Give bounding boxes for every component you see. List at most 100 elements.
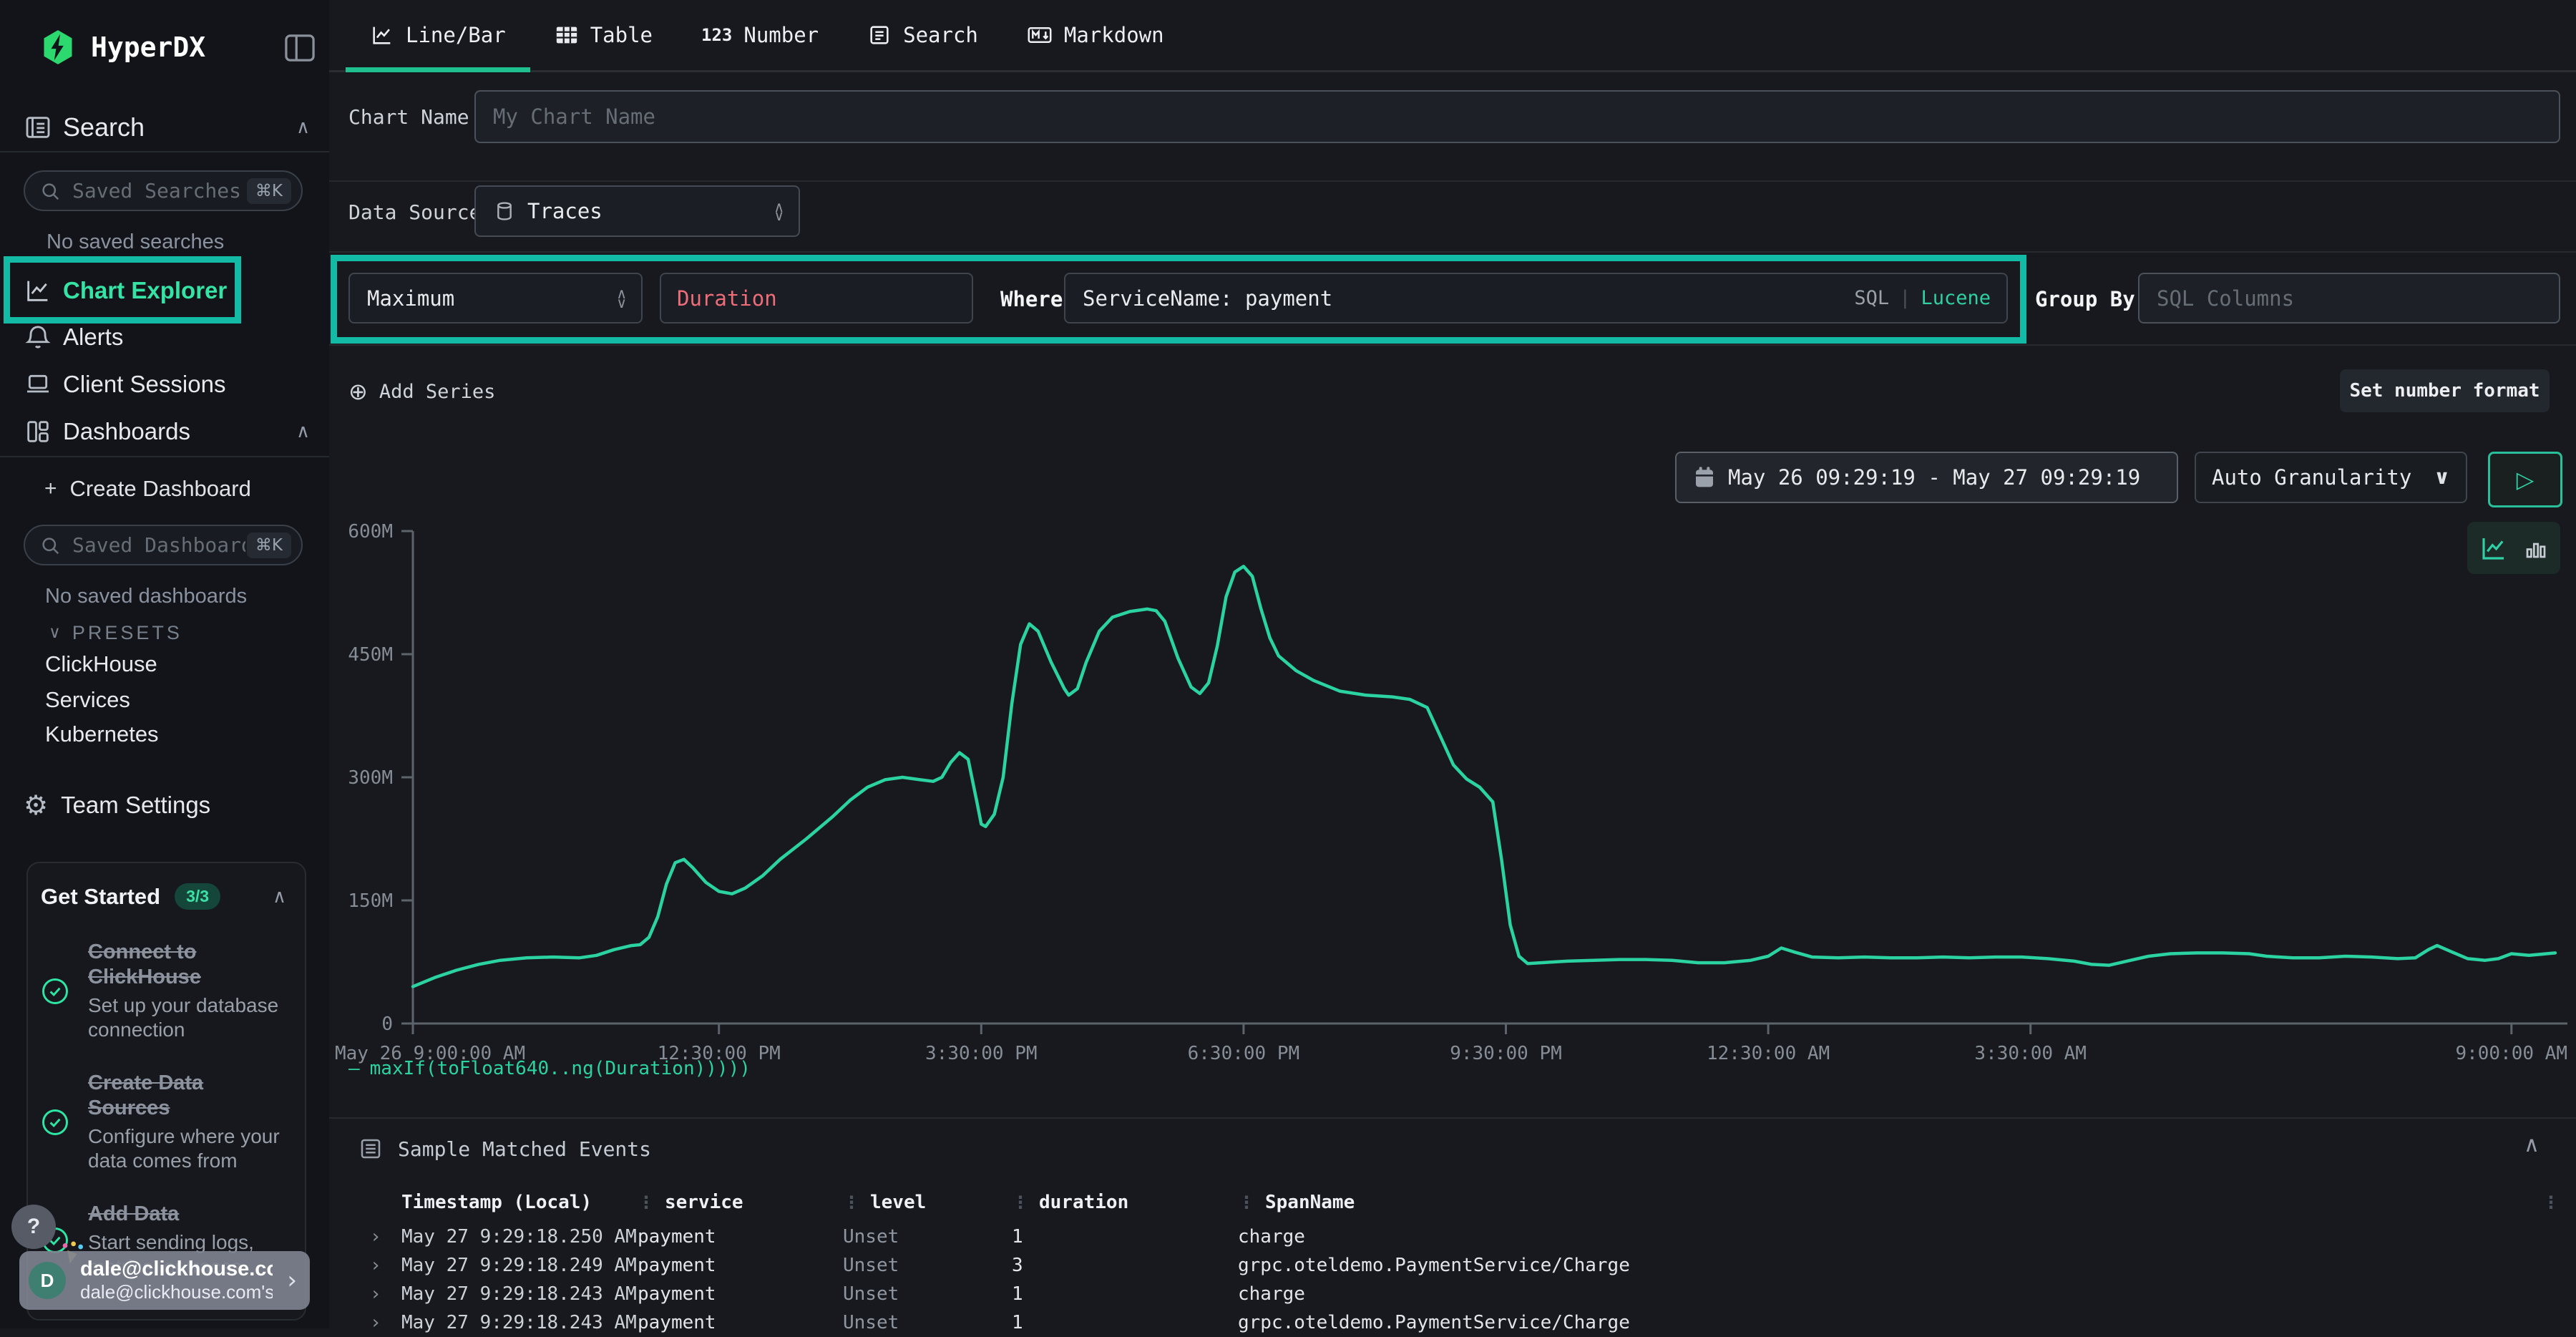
cell-timestamp[interactable]: May 27 9:29:18.243 AM (401, 1308, 638, 1337)
user-subtitle: dale@clickhouse.com's (80, 1281, 273, 1303)
saved-dashboards-input[interactable]: ⌘K (24, 525, 303, 565)
group-by-field[interactable] (2155, 286, 2543, 311)
get-started-item[interactable]: Create Data Sources Configure where your… (39, 1071, 291, 1173)
sidebar-item-alerts[interactable]: Alerts (24, 317, 123, 357)
cell-duration[interactable]: 1 (1012, 1308, 1238, 1337)
cell-spanname[interactable]: charge (1238, 1280, 2517, 1308)
tab-markdown[interactable]: Markdown (1002, 0, 1189, 70)
cell-duration[interactable]: 3 (1012, 1251, 1238, 1280)
where-field[interactable] (1081, 286, 1854, 311)
cell-duration[interactable]: 1 (1012, 1280, 1238, 1308)
shortcut-badge: ⌘K (247, 533, 291, 558)
cell-spanname[interactable]: grpc.oteldemo.PaymentService/Charge (1238, 1251, 2517, 1280)
row-expand-chevron[interactable]: › (370, 1222, 401, 1251)
data-source-value: Traces (527, 199, 602, 223)
chevron-up-icon[interactable]: ∧ (296, 422, 310, 441)
tab-table[interactable]: Table (530, 0, 677, 70)
cell-service[interactable]: payment (638, 1222, 843, 1251)
cell-timestamp[interactable]: May 27 9:29:18.243 AM (401, 1280, 638, 1308)
add-series-button[interactable]: ⊕ Add Series (348, 376, 495, 407)
cell-spanname[interactable]: charge (1238, 1222, 2517, 1251)
preset-item-clickhouse[interactable]: ClickHouse (45, 651, 157, 677)
cell-timestamp[interactable]: May 27 9:29:18.249 AM (401, 1251, 638, 1280)
sql-toggle[interactable]: SQL (1854, 287, 1889, 309)
set-number-format-button[interactable]: Set number format (2340, 369, 2550, 412)
search-icon (39, 535, 61, 556)
cell-timestamp[interactable]: May 27 9:29:18.250 AM (401, 1222, 638, 1251)
column-header-service[interactable]: ⋮service (638, 1182, 843, 1222)
preset-item-services[interactable]: Services (45, 687, 130, 713)
tab-search[interactable]: Search (843, 0, 1002, 70)
get-started-item-desc: Configure where your data comes from (88, 1124, 291, 1173)
saved-searches-input[interactable]: ⌘K (24, 170, 303, 211)
column-header-level[interactable]: ⋮level (843, 1182, 1012, 1222)
sidebar-item-label: Dashboards (63, 418, 190, 445)
sidebar-item-team-settings[interactable]: ⚙ Team Settings (24, 785, 210, 825)
row-expand-chevron[interactable]: › (370, 1280, 401, 1308)
select-chevrons-icon: ∧∨ (774, 203, 784, 220)
get-started-item[interactable]: Connect to ClickHouse Set up your databa… (39, 940, 291, 1042)
drag-handle-icon[interactable]: ⋮ (638, 1192, 655, 1212)
cell-duration[interactable]: 1 (1012, 1222, 1238, 1251)
aggregation-select[interactable]: Maximum ∧∨ (348, 273, 643, 324)
sample-matched-events-header[interactable]: Sample Matched Events (358, 1131, 651, 1167)
date-range-picker[interactable]: May 26 09:29:19 - May 27 09:29:19 (1675, 452, 2178, 503)
row-expand-chevron[interactable]: › (370, 1308, 401, 1337)
chart-legend[interactable]: — maxIf(toFloat640..ng(Duration))))) (348, 1058, 751, 1079)
aggregation-value: Maximum (367, 286, 454, 311)
no-saved-searches-text: No saved searches (47, 230, 224, 254)
drag-handle-icon[interactable]: ⋮ (1238, 1192, 1255, 1212)
column-menu[interactable]: ⋮ (2517, 1182, 2560, 1222)
drag-handle-icon[interactable]: ⋮ (843, 1192, 860, 1212)
field-input[interactable]: Duration (660, 273, 973, 324)
chevron-up-icon[interactable]: ∧ (2524, 1134, 2540, 1156)
data-source-select[interactable]: Traces ∧∨ (474, 185, 800, 237)
cell-level[interactable]: Unset (843, 1280, 1012, 1308)
column-header-duration[interactable]: ⋮duration (1012, 1182, 1238, 1222)
cell-level[interactable]: Unset (843, 1222, 1012, 1251)
tab-line-bar[interactable]: Line/Bar (346, 0, 530, 70)
row-expand-chevron[interactable]: › (370, 1251, 401, 1280)
chevron-up-icon[interactable]: ∧ (296, 118, 310, 137)
sidebar-section-search[interactable]: Search ∧ (24, 107, 310, 147)
tab-number[interactable]: 123 Number (677, 0, 843, 70)
no-saved-dashboards-text: No saved dashboards (45, 585, 247, 608)
chart-name-input[interactable] (474, 90, 2560, 143)
cell-service[interactable]: payment (638, 1280, 843, 1308)
dashboard-grid-icon (24, 417, 52, 446)
preset-item-kubernetes[interactable]: Kubernetes (45, 721, 159, 747)
cell-level[interactable]: Unset (843, 1308, 1012, 1337)
create-dashboard-button[interactable]: + Create Dashboard (44, 470, 251, 507)
sidebar-item-chart-explorer[interactable]: Chart Explorer (24, 271, 227, 311)
chart-name-field[interactable] (492, 104, 2543, 130)
presets-toggle[interactable]: ∨ PRESETS (49, 617, 182, 648)
svg-text:3:30:00 PM: 3:30:00 PM (925, 1043, 1038, 1064)
column-header-timestamp[interactable]: Timestamp (Local) (401, 1182, 638, 1222)
create-dashboard-label: Create Dashboard (70, 476, 251, 502)
chevron-up-icon[interactable]: ∧ (273, 888, 286, 906)
saved-searches-field[interactable] (71, 178, 247, 203)
sidebar-item-client-sessions[interactable]: Client Sessions (24, 364, 225, 404)
number-123-icon: 123 (701, 25, 732, 45)
cell-service[interactable]: payment (638, 1308, 843, 1337)
get-started-title: Get Started (41, 884, 160, 910)
calendar-icon (1694, 466, 1715, 489)
main-content: Line/Bar Table 123 Number Search Markdow… (329, 0, 2576, 1328)
where-input[interactable]: SQL | Lucene (1064, 273, 2008, 324)
column-header-spanname[interactable]: ⋮SpanName (1238, 1182, 2517, 1222)
saved-dashboards-field[interactable] (71, 533, 247, 558)
sidebar-item-dashboards[interactable]: Dashboards ∧ (24, 412, 310, 452)
cell-level[interactable]: Unset (843, 1251, 1012, 1280)
user-account-bar[interactable]: D dale@clickhouse.com dale@clickhouse.co… (19, 1251, 310, 1310)
cell-spanname[interactable]: grpc.oteldemo.PaymentService/Charge (1238, 1308, 2517, 1337)
cell-service[interactable]: payment (638, 1251, 843, 1280)
help-button[interactable]: ? (11, 1205, 56, 1249)
drag-handle-icon[interactable]: ⋮ (1012, 1192, 1029, 1212)
granularity-select[interactable]: Auto Granularity ∨ (2195, 452, 2467, 503)
collapse-sidebar-icon[interactable] (283, 33, 316, 63)
lucene-toggle[interactable]: Lucene (1921, 287, 1991, 309)
group-by-input[interactable] (2138, 273, 2560, 324)
app-title: HyperDX (91, 31, 205, 63)
run-query-button[interactable]: ▷ (2488, 452, 2562, 507)
shortcut-badge: ⌘K (247, 178, 291, 204)
